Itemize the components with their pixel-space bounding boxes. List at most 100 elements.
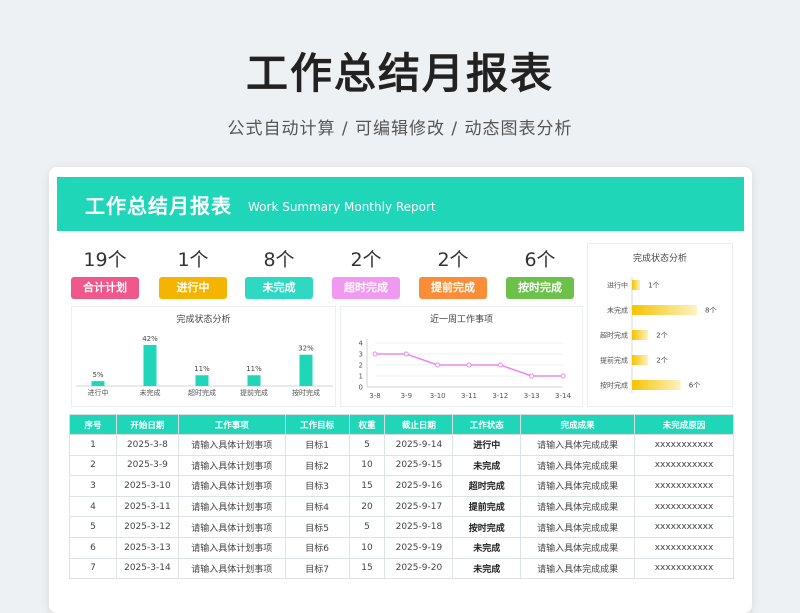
stat-badge[interactable]: 合计计划 [71, 277, 139, 299]
stat-badge[interactable]: 提前完成 [419, 277, 487, 299]
table-cell[interactable]: 7 [69, 557, 117, 580]
table-cell[interactable]: 2025-3-8 [115, 434, 179, 456]
table-cell[interactable]: 15 [348, 475, 386, 497]
table-cell[interactable]: 目标3 [284, 475, 350, 497]
bar [632, 355, 649, 365]
status-cell[interactable]: 按时完成 [452, 516, 522, 538]
column-header[interactable]: 工作状态 [452, 414, 522, 435]
table-cell[interactable]: xxxxxxxxxxx [634, 516, 734, 538]
table-row[interactable]: 7 2025-3-14 请输入具体计划事项 目标7 15 2025-9-20 未完成 请输入具… [69, 557, 734, 580]
table-cell[interactable]: 目标1 [284, 434, 350, 456]
table-cell[interactable]: 请输入具体计划事项 [177, 516, 286, 538]
table-cell[interactable]: 5 [348, 516, 386, 538]
stat-badge[interactable]: 未完成 [245, 277, 313, 299]
table-row[interactable]: 6 2025-3-13 请输入具体计划事项 目标6 10 2025-9-19 未完成 请输入具… [69, 536, 734, 559]
data-label: 1个 [648, 282, 659, 290]
table-cell[interactable]: xxxxxxxxxxx [634, 454, 734, 477]
table-cell[interactable]: 请输入具体完成成果 [520, 454, 636, 477]
column-header[interactable]: 开始日期 [115, 414, 179, 435]
table-cell[interactable]: 请输入具体完成成果 [520, 516, 636, 538]
data-label: 2个 [656, 332, 667, 340]
table-cell[interactable]: 请输入具体计划事项 [177, 557, 286, 580]
table-row[interactable]: 5 2025-3-12 请输入具体计划事项 目标5 5 2025-9-18 按时完成 请输入具… [69, 516, 734, 538]
table-cell[interactable]: 2025-9-17 [384, 495, 454, 518]
table-row[interactable]: 1 2025-3-8 请输入具体计划事项 目标1 5 2025-9-14 进行中 请输入具体完… [69, 434, 734, 456]
table-cell[interactable]: 20 [348, 495, 386, 518]
table-cell[interactable]: 2025-3-13 [115, 536, 179, 559]
column-header[interactable]: 序号 [69, 414, 117, 435]
table-cell[interactable]: 目标2 [284, 454, 350, 477]
table-cell[interactable]: 目标5 [284, 516, 350, 538]
table-cell[interactable]: 请输入具体完成成果 [520, 475, 636, 497]
bar [195, 375, 209, 386]
table-cell[interactable]: 2025-3-11 [115, 495, 179, 518]
table-cell[interactable]: 请输入具体完成成果 [520, 434, 636, 456]
status-cell[interactable]: 未完成 [452, 454, 522, 477]
column-header[interactable]: 截止日期 [384, 414, 454, 435]
column-header[interactable]: 权重 [348, 414, 386, 435]
status-cell[interactable]: 提前完成 [452, 495, 522, 518]
table-cell[interactable]: 目标7 [284, 557, 350, 580]
table-cell[interactable]: xxxxxxxxxxx [634, 434, 734, 456]
stats-row: 19个 合计计划 1个 进行中 8个 未完成 2个 超时完成 2个 提前完成 6… [63, 245, 583, 301]
table-cell[interactable]: xxxxxxxxxxx [634, 495, 734, 518]
table-cell[interactable]: 2025-9-16 [384, 475, 454, 497]
bar [143, 344, 157, 386]
status-cell[interactable]: 进行中 [452, 434, 522, 456]
table-cell[interactable]: xxxxxxxxxxx [634, 557, 734, 580]
table-cell[interactable]: 2025-3-12 [115, 516, 179, 538]
table-cell[interactable]: 请输入具体计划事项 [177, 475, 286, 497]
table-cell[interactable]: 10 [348, 454, 386, 477]
stat-badge[interactable]: 超时完成 [332, 277, 400, 299]
table-cell[interactable]: 1 [69, 434, 117, 456]
table-cell[interactable]: 请输入具体计划事项 [177, 495, 286, 518]
column-header[interactable]: 未完成原因 [634, 414, 734, 435]
status-cell[interactable]: 未完成 [452, 557, 522, 580]
table-cell[interactable]: 2025-9-20 [384, 557, 454, 580]
stat-badge[interactable]: 进行中 [159, 277, 227, 299]
data-label: 42% [142, 335, 158, 343]
status-cell[interactable]: 未完成 [452, 536, 522, 559]
page-title: 工作总结月报表 [245, 49, 554, 98]
status-bar-chart: 5% 进行中 42% 未完成 11% 超时完成 11% 提前完成 32% 按时完成 [76, 335, 333, 397]
table-cell[interactable]: 请输入具体完成成果 [520, 536, 636, 559]
status-cell[interactable]: 超时完成 [452, 475, 522, 497]
data-point [372, 351, 378, 357]
table-cell[interactable]: 6 [69, 536, 117, 559]
table-row[interactable]: 3 2025-3-10 请输入具体计划事项 目标3 15 2025-9-16 超时完成 请输入… [69, 475, 734, 497]
stat-count: 1个 [177, 249, 209, 271]
table-cell[interactable]: 5 [348, 434, 386, 456]
table-cell[interactable]: 请输入具体计划事项 [177, 434, 286, 456]
table-cell[interactable]: 2025-9-15 [384, 454, 454, 477]
x-tick-label: 3-12 [492, 392, 508, 400]
table-cell[interactable]: 2025-9-18 [384, 516, 454, 538]
category-label: 未完成 [607, 306, 628, 315]
column-header[interactable]: 工作事项 [177, 414, 286, 435]
y-tick-label: 1 [359, 373, 363, 381]
table-cell[interactable]: 请输入具体完成成果 [520, 557, 636, 580]
table-cell[interactable]: 请输入具体完成成果 [520, 495, 636, 518]
table-cell[interactable]: 目标6 [284, 536, 350, 559]
table-cell[interactable]: xxxxxxxxxxx [634, 475, 734, 497]
table-cell[interactable]: 2025-3-10 [115, 475, 179, 497]
column-header[interactable]: 完成成果 [520, 414, 636, 435]
column-header[interactable]: 工作目标 [284, 414, 350, 435]
table-cell[interactable]: xxxxxxxxxxx [634, 536, 734, 559]
table-cell[interactable]: 2025-9-14 [384, 434, 454, 456]
table-cell[interactable]: 2 [69, 454, 117, 477]
table-cell[interactable]: 15 [348, 557, 386, 580]
table-cell[interactable]: 10 [348, 536, 386, 559]
table-cell[interactable]: 4 [69, 495, 117, 518]
table-cell[interactable]: 2025-9-19 [384, 536, 454, 559]
table-cell[interactable]: 目标4 [284, 495, 350, 518]
category-label: 提前完成 [600, 356, 628, 365]
table-row[interactable]: 2 2025-3-9 请输入具体计划事项 目标2 10 2025-9-15 未完成 请输入具体… [69, 454, 734, 477]
table-cell[interactable]: 3 [69, 475, 117, 497]
table-cell[interactable]: 5 [69, 516, 117, 538]
table-row[interactable]: 4 2025-3-11 请输入具体计划事项 目标4 20 2025-9-17 提前完成 请输入… [69, 495, 734, 518]
table-cell[interactable]: 2025-3-14 [115, 557, 179, 580]
stat-badge[interactable]: 按时完成 [506, 277, 574, 299]
table-cell[interactable]: 2025-3-9 [115, 454, 179, 477]
table-cell[interactable]: 请输入具体计划事项 [177, 536, 286, 559]
table-cell[interactable]: 请输入具体计划事项 [177, 454, 286, 477]
